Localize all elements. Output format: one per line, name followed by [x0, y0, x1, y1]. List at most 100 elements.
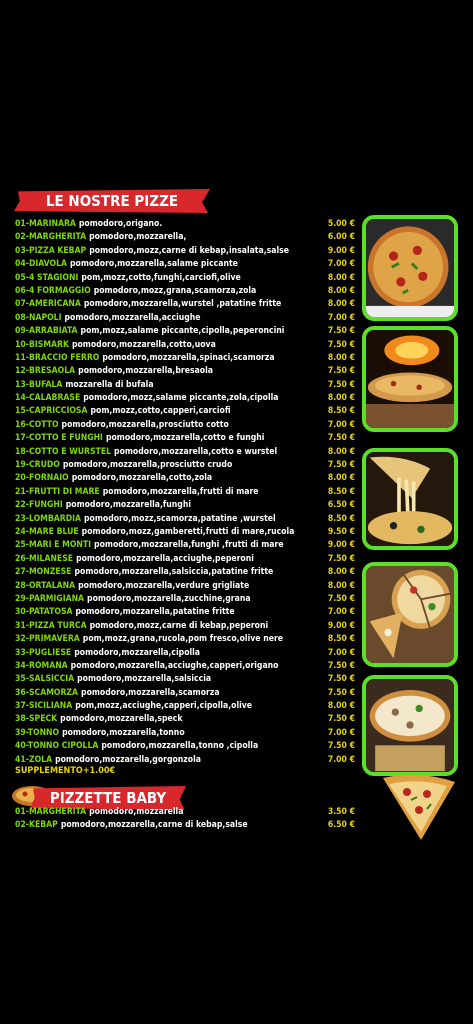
- menu-item-number: 09-: [15, 326, 29, 337]
- menu-item-price: 7.00 €: [327, 259, 355, 270]
- menu-item-price: 6.00 €: [327, 232, 355, 243]
- menu-item-ingredients: mozzarella di bufala: [65, 379, 154, 390]
- menu-item: 10-BISMARK pomodoro,mozzarella,cotto,uova…: [15, 339, 355, 352]
- menu-item-name: AMERICANA: [28, 299, 81, 310]
- menu-item-number: 27-: [15, 567, 29, 578]
- menu-item-number: 13-: [15, 379, 29, 390]
- section-title: LE NOSTRE PIZZE: [45, 192, 179, 210]
- menu-item-ingredients: pomodoro,origano.: [78, 219, 163, 229]
- menu-item-number: 25-: [15, 540, 29, 551]
- menu-item-ingredients: pom,mozz,cotto,funghi,carciofi,olive: [81, 272, 241, 283]
- menu-item-number: 05-: [15, 272, 29, 283]
- menu-item: 31-PIZZA TURCA pomodoro,mozz,carne di keb…: [15, 620, 355, 633]
- menu-item-number: 30-: [15, 607, 29, 618]
- menu-item-price: 8.50 €: [327, 634, 355, 645]
- menu-item: 34-ROMANA pomodoro,mozzarella,acciughe,ca…: [15, 660, 355, 673]
- menu-item-number: 14-: [15, 393, 29, 404]
- menu-item-number: 21-: [15, 486, 29, 497]
- menu-item-ingredients: pom,mozz,cotto,capperi,carciofi: [90, 406, 231, 417]
- menu-item-number: 04-: [15, 259, 29, 270]
- menu-item-name: MARI E MONTI: [28, 540, 92, 551]
- menu-item-number: 02-: [15, 232, 29, 243]
- menu-item-price: 7.50 €: [327, 593, 355, 604]
- menu-item-price: 7.50 €: [327, 714, 355, 725]
- menu-item-name: TONNO CIPOLLA: [27, 741, 99, 752]
- menu-item-price: 7.00 €: [327, 647, 355, 658]
- menu-item-ingredients: pomodoro,mozzarella,cipolla: [74, 647, 201, 658]
- menu-item-ingredients: pomodoro,mozzarella,cotto,uova: [71, 339, 216, 350]
- menu-item-price: 7.50 €: [327, 660, 355, 671]
- menu-item-name: TONNO: [27, 727, 60, 738]
- menu-item-name: MARGHERITA: [28, 232, 87, 243]
- menu-item: 33-PUGLIESE pomodoro,mozzarella,cipolla 7.…: [15, 647, 355, 660]
- menu-item-price: 9.00 €: [327, 540, 355, 551]
- menu-item-ingredients: pomodoro,mozzarella,funghi: [65, 500, 191, 511]
- menu-item-name: MONZESE: [28, 567, 72, 578]
- menu-item-name: MARGHERITA: [28, 807, 87, 817]
- menu-item-price: 7.50 €: [327, 326, 355, 337]
- menu-item-ingredients: pomodoro,mozzarella,frutti di mare: [102, 486, 259, 497]
- menu-item-name: ZOLA: [28, 754, 53, 765]
- menu-item-number: 37-: [15, 701, 29, 712]
- menu-item-name: ROMANA: [28, 660, 68, 671]
- menu-item-price: 8.50 €: [327, 486, 355, 497]
- menu-item: 13-BUFALA mozzarella di bufala 7.50 €: [15, 379, 355, 392]
- menu-item: 07-AMERICANA pomodoro,mozzarella,wurstel …: [15, 298, 355, 311]
- menu-item-number: 31-: [15, 620, 29, 631]
- menu-item-price: 7.50 €: [327, 674, 355, 685]
- menu-item: 20-FORNAIO pomodoro,mozzarella,cotto,zola…: [15, 472, 355, 485]
- menu-item-price: 7.50 €: [327, 741, 355, 752]
- menu-item-price: 8.00 €: [327, 393, 355, 404]
- menu-item-name: BRESAOLA: [28, 366, 76, 377]
- menu-item-price: 9.50 €: [327, 526, 355, 537]
- menu-item: 05-4 STAGIONI pom,mozz,cotto,funghi,carci…: [15, 272, 355, 285]
- menu-item-ingredients: pomodoro,mozzarella,cotto e wurstel: [114, 446, 278, 457]
- menu-item-ingredients: pomodoro,mozzarella,speck: [60, 714, 183, 725]
- menu-item-ingredients: pomodoro,mozzarella,acciughe: [64, 312, 201, 323]
- menu-item: 11-BRACCIO FERRO pomodoro,mozzarella,spin…: [15, 352, 355, 365]
- menu-item-price: 8.00 €: [327, 567, 355, 578]
- menu-item-ingredients: pomodoro,mozzarella: [89, 807, 184, 817]
- menu-item-number: 29-: [15, 593, 29, 604]
- menu-item-number: 08-: [15, 312, 29, 323]
- menu-item-name: ORTALANA: [28, 580, 76, 591]
- menu-item-ingredients: pom,mozz,salame piccante,cipolla,peperon…: [80, 326, 285, 337]
- menu-item-ingredients: pomodoro,mozzarella,acciughe,capperi,ori…: [70, 660, 279, 671]
- menu-item-price: 8.00 €: [327, 580, 355, 591]
- menu-item-price: 7.50 €: [327, 339, 355, 350]
- menu-item-name: KEBAP: [28, 820, 58, 831]
- menu-item: 17-COTTO E FUNGHI pomodoro,mozzarella,cot…: [15, 432, 355, 445]
- menu-item-name: MARINARA: [28, 219, 76, 229]
- menu-item-number: 16-: [15, 419, 29, 430]
- menu-item-ingredients: pomodoro,mozzarella,salame piccante: [70, 259, 238, 270]
- menu-item-price: 7.50 €: [327, 379, 355, 390]
- menu-item-price: 3.50 €: [327, 807, 355, 817]
- menu-item-name: SICILIANA: [28, 701, 73, 712]
- menu-item-number: 19-: [15, 460, 29, 471]
- menu-item-name: BISMARK: [28, 339, 69, 350]
- menu-item-ingredients: pomodoro,mozzarella,cotto e funghi: [105, 433, 265, 444]
- menu-item: 01-MARINARA pomodoro,origano. 5.00 €: [15, 218, 355, 231]
- pizza-slice-photo: [383, 774, 455, 840]
- menu-item-ingredients: pomodoro,mozzarella,tonno ,cipolla: [101, 741, 259, 752]
- menu-item-number: 20-: [15, 473, 29, 484]
- pizza-photo-2: [362, 326, 458, 432]
- menu-item-name: COTTO E FUNGHI: [28, 433, 103, 444]
- menu-item: 36-SCAMORZA pomodoro,mozzarella,scamorza 7…: [15, 687, 355, 700]
- menu-item: 09-ARRABIATA pom,mozz,salame piccante,cip…: [15, 325, 355, 338]
- menu-item-price: 7.50 €: [327, 433, 355, 444]
- menu-item-number: 28-: [15, 580, 29, 591]
- menu-item-name: CALABRASE: [28, 393, 81, 404]
- menu-item-price: 6.50 €: [327, 500, 355, 511]
- menu-item: 37-SICILIANA pom,mozz,acciughe,capperi,ci…: [15, 700, 355, 713]
- menu-item-price: 5.00 €: [327, 219, 355, 229]
- menu-item-name: NAPOLI: [28, 312, 62, 323]
- menu-item-number: 40-: [15, 741, 28, 752]
- menu-item-ingredients: pomodoro,mozzarella,bresaola: [78, 366, 213, 377]
- menu-item: 24-MARE BLUE pomodoro,mozz,gamberetti,fru…: [15, 526, 355, 539]
- pizza-menu-list: 01-MARINARA pomodoro,origano. 5.00 €02-MAR…: [15, 218, 355, 767]
- menu-item-number: 18-: [15, 446, 29, 457]
- menu-item: 30-PATATOSA pomodoro,mozzarella,patatine …: [15, 606, 355, 619]
- menu-item-price: 7.00 €: [327, 727, 355, 738]
- menu-item-name: COTTO E WURSTEL: [28, 446, 112, 457]
